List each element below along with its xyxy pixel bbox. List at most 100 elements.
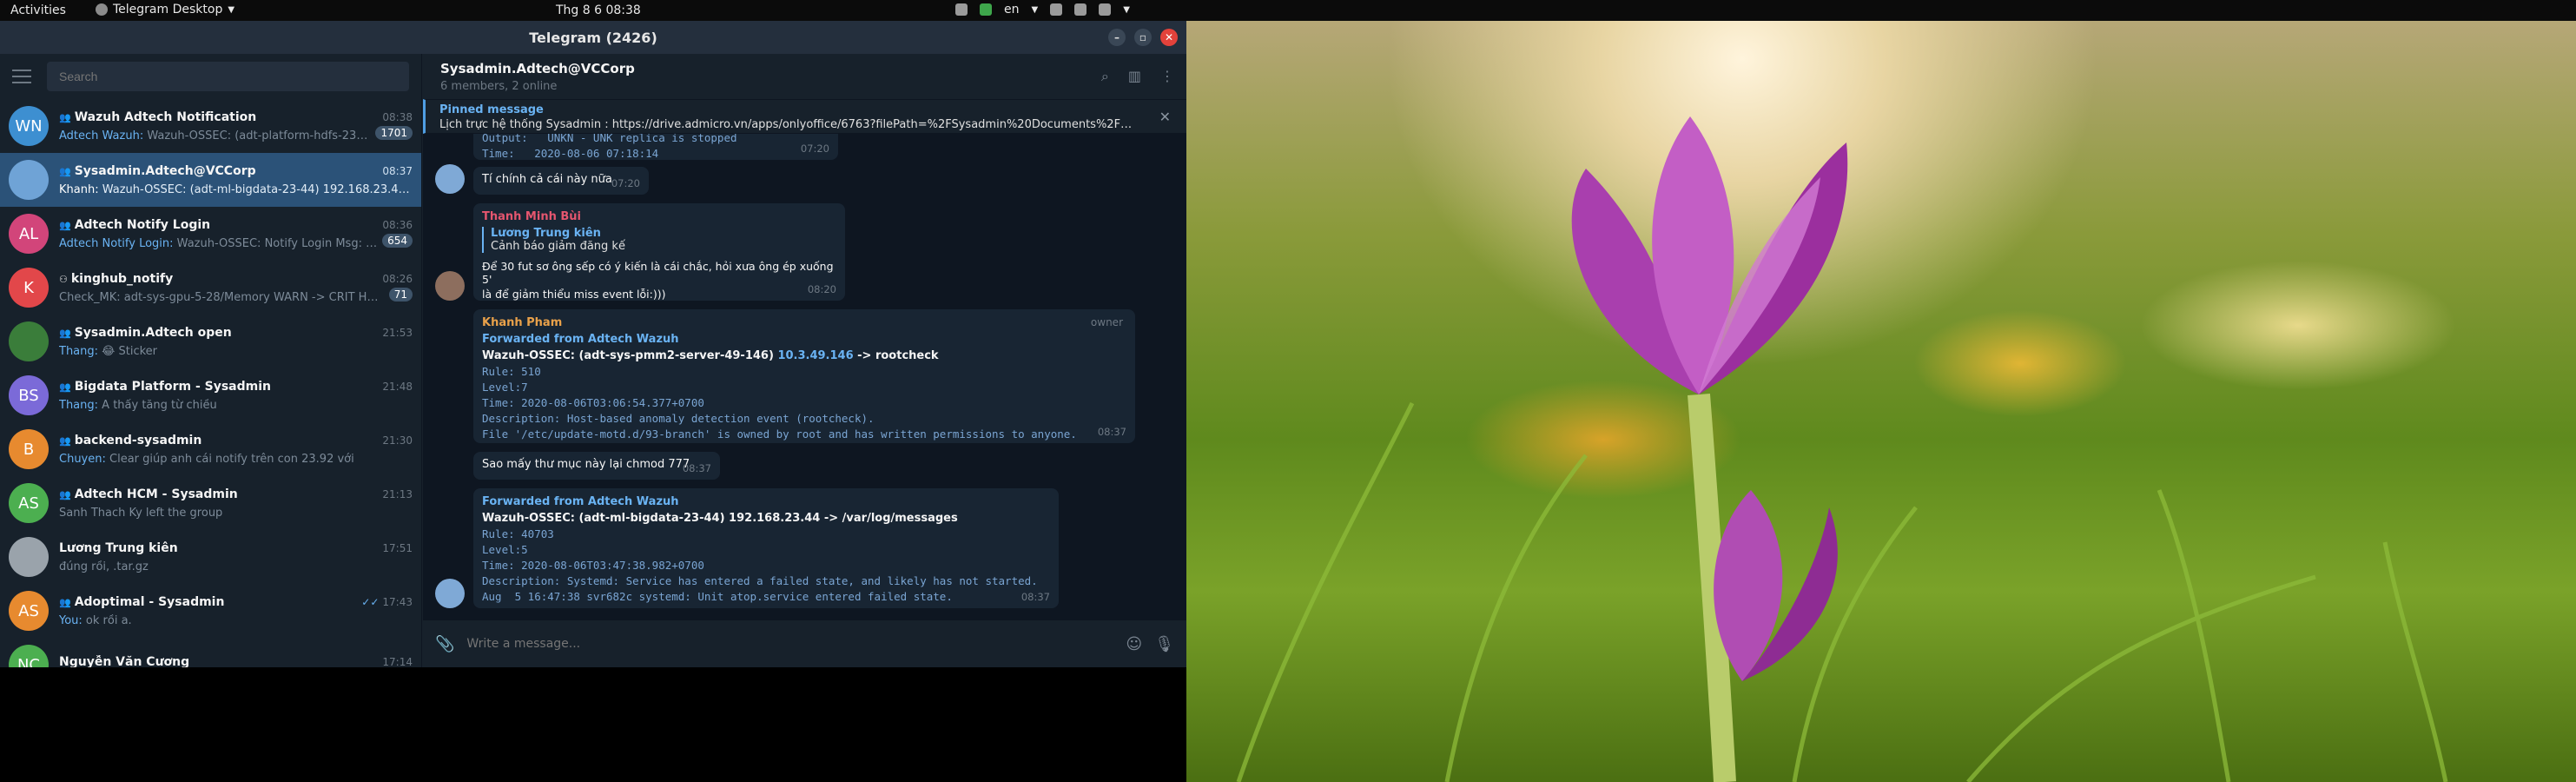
chat-item-bottom: Thang: 😂 Sticker: [59, 340, 413, 358]
window-titlebar[interactable]: Telegram (2426) – ▫ ✕: [0, 21, 1186, 54]
chat-preview: Chuyen: Clear giúp anh cái notify trên c…: [59, 453, 354, 466]
ip-link[interactable]: 10.3.49.146: [777, 349, 853, 362]
chat-header[interactable]: Sysadmin.Adtech@VCCorp 6 members, 2 onli…: [423, 54, 1186, 99]
chat-time-text: 21:30: [382, 434, 413, 447]
chat-item-top: 👥 Wazuh Adtech Notification 08:38: [59, 110, 413, 124]
message-input[interactable]: [466, 637, 1114, 651]
tray-status-icon[interactable]: [980, 3, 992, 16]
avatar-initials: AS: [18, 494, 39, 513]
message-area[interactable]: Output: UNKN - UNK replica is stopped Ti…: [423, 134, 1186, 620]
avatar: AS: [9, 591, 49, 631]
volume-icon[interactable]: [1074, 3, 1087, 16]
chat-time-text: 17:43: [382, 595, 413, 608]
search-input[interactable]: [47, 62, 409, 91]
preview-text: Wazuh-OSSEC: (adt-platform-hdfs-23-199) …: [147, 129, 370, 142]
chevron-down-icon: ▼: [228, 4, 235, 15]
chat-item-body: Nguyễn Văn Cương 17:14: [59, 655, 413, 667]
preview-text: A thấy tăng từ chiều: [98, 398, 217, 412]
avatar: AL: [9, 214, 49, 254]
chat-item-body: 👥 backend-sysadmin 21:30 Chuyen: Clear gi…: [59, 434, 413, 466]
chat-list-item[interactable]: AL 👥 Adtech Notify Login 08:36 Adtech Not…: [0, 207, 421, 261]
chat-item-top: ⚇ kinghub_notify 08:26: [59, 272, 413, 286]
conversation-panel: Sysadmin.Adtech@VCCorp 6 members, 2 onli…: [423, 54, 1186, 667]
message-time: 07:20: [611, 177, 640, 189]
close-pinned-icon[interactable]: ✕: [1159, 109, 1171, 125]
microphone-icon[interactable]: 🎙: [1154, 635, 1174, 653]
chat-item-bottom: đúng rồi, .tar.gz: [59, 555, 413, 573]
chat-item-body: 👥 Sysadmin.Adtech open 21:53 Thang: 😂 Sti…: [59, 326, 413, 358]
chat-list-item[interactable]: WN 👥 Wazuh Adtech Notification 08:38 Adte…: [0, 99, 421, 153]
pinned-message-bar[interactable]: Pinned message Lịch trực hệ thống Sysadm…: [423, 99, 1186, 134]
chat-name-text: Sysadmin.Adtech@VCCorp: [74, 163, 256, 178]
chevron-down-icon: ▼: [1031, 4, 1039, 15]
message-text: Tí chính cả cái này nữa: [482, 173, 612, 186]
chat-item-top: 👥 Adtech Notify Login 08:36: [59, 218, 413, 232]
reply-quote[interactable]: Lương Trung kiên Cảnh báo giảm đăng kế: [482, 227, 836, 253]
chat-list-item[interactable]: 👥 Sysadmin.Adtech open 21:53 Thang: 😂 Sti…: [0, 315, 421, 368]
forwarded-label[interactable]: Forwarded from Adtech Wazuh: [482, 333, 1126, 346]
avatar: BS: [9, 375, 49, 415]
menu-icon[interactable]: [12, 70, 31, 83]
close-icon[interactable]: ✕: [1160, 29, 1178, 46]
message-bubble[interactable]: Tí chính cả cái này nữa 07:20: [473, 167, 649, 195]
bot-icon: ⚇: [59, 273, 68, 285]
telegram-icon: [96, 3, 108, 16]
avatar-initials: NC: [17, 655, 41, 668]
chat-name-text: backend-sysadmin: [74, 433, 202, 447]
language-indicator[interactable]: en: [1004, 3, 1020, 17]
chat-list-item[interactable]: K ⚇ kinghub_notify 08:26 Check_MK: adt-sy…: [0, 261, 421, 315]
chat-list-item[interactable]: AS 👥 Adtech HCM - Sysadmin 21:13 Sanh Tha…: [0, 476, 421, 530]
chat-item-body: 👥 Bigdata Platform - Sysadmin 21:48 Thang…: [59, 380, 413, 412]
more-vertical-icon[interactable]: ⋮: [1160, 68, 1174, 85]
chat-list-item[interactable]: 👥 Sysadmin.Adtech@VCCorp 08:37 Khanh: Waz…: [0, 153, 421, 207]
message-time: 08:37: [682, 462, 711, 474]
sidebar-toggle-icon[interactable]: ▥: [1128, 68, 1141, 85]
chat-list-item[interactable]: AS 👥 Adoptimal - Sysadmin ✓✓ 17:43 You: ok…: [0, 584, 421, 638]
message-bubble[interactable]: Khanh Pham owner Forwarded from Adtech W…: [473, 309, 1135, 443]
avatar[interactable]: [435, 164, 465, 194]
chat-preview: Adtech Notify Login: Wazuh-OSSEC: Notify…: [59, 237, 377, 250]
minimize-icon[interactable]: –: [1108, 29, 1126, 46]
activities-button[interactable]: Activities: [10, 3, 66, 17]
message-bubble[interactable]: Forwarded from Adtech Wazuh Wazuh-OSSEC:…: [473, 488, 1059, 608]
avatar[interactable]: [435, 271, 465, 301]
preview-text: Sanh Thach Ky left the group: [59, 506, 223, 520]
network-icon[interactable]: [1050, 3, 1063, 16]
group-icon: 👥: [59, 165, 71, 177]
chat-list-item[interactable]: Lương Trung kiên 17:51 đúng rồi, .tar.gz: [0, 530, 421, 584]
forwarded-label[interactable]: Forwarded from Adtech Wazuh: [482, 495, 1050, 508]
message-heading-text: Wazuh-OSSEC: (adt-sys-pmm2-server-49-146…: [482, 349, 778, 362]
avatar: NC: [9, 645, 49, 667]
system-top-bar: Activities Telegram Desktop ▼ Thg 8 6 08…: [0, 0, 2576, 21]
chat-list-item[interactable]: BS 👥 Bigdata Platform - Sysadmin 21:48 Th…: [0, 368, 421, 422]
chat-time-text: 21:48: [382, 380, 413, 393]
emoji-icon[interactable]: ☺: [1126, 635, 1142, 653]
flower-illustration: [1236, 116, 2448, 782]
search-icon[interactable]: ⌕: [1101, 68, 1109, 85]
chat-time: 21:48: [382, 381, 413, 393]
app-menu[interactable]: Telegram Desktop ▼: [96, 3, 234, 17]
chat-list-item[interactable]: NC Nguyễn Văn Cương 17:14: [0, 638, 421, 667]
unread-badge: 654: [382, 234, 413, 248]
clock[interactable]: Thg 8 6 08:38: [556, 3, 641, 17]
battery-icon[interactable]: [1099, 3, 1112, 16]
read-check-icon: ✓✓: [361, 595, 380, 608]
chat-item-bottom: Thang: A thấy tăng từ chiều: [59, 394, 413, 412]
avatar[interactable]: [435, 579, 465, 608]
group-icon: 👥: [59, 381, 71, 393]
chat-item-top: Nguyễn Văn Cương 17:14: [59, 655, 413, 667]
maximize-icon[interactable]: ▫: [1134, 29, 1152, 46]
message-bubble[interactable]: Output: UNKN - UNK replica is stopped Ti…: [473, 134, 838, 160]
chat-item-top: 👥 Sysadmin.Adtech@VCCorp 08:37: [59, 164, 413, 178]
message-composer: 📎 ☺ 🎙: [423, 620, 1186, 667]
preview-sender: Adtech Wazuh:: [59, 129, 144, 142]
message-bubble[interactable]: Thanh Minh Bùi Lương Trung kiên Cảnh báo…: [473, 203, 845, 301]
chat-list-item[interactable]: B 👥 backend-sysadmin 21:30 Chuyen: Clear …: [0, 422, 421, 476]
message-bubble[interactable]: Sao mấy thư mục này lại chmod 777 08:37: [473, 452, 720, 480]
message-text: Để 30 fut sơ ông sếp có ý kiến là cái ch…: [482, 260, 834, 286]
tray-app-icon[interactable]: [955, 3, 968, 16]
chat-item-top: 👥 backend-sysadmin 21:30: [59, 434, 413, 447]
grass-blades: [1236, 401, 2448, 782]
attach-icon[interactable]: 📎: [435, 635, 454, 653]
window-controls: – ▫ ✕: [1108, 29, 1178, 46]
